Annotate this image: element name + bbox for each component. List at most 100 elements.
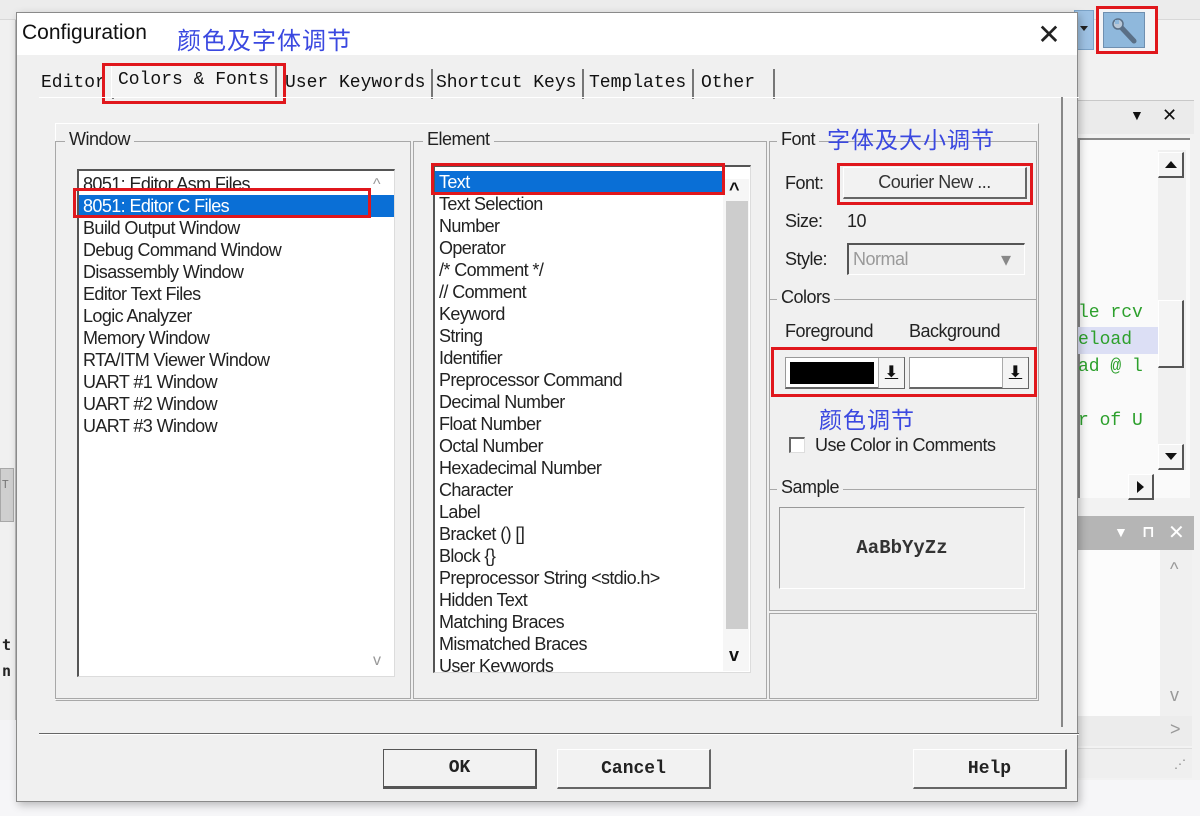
- tab-page-right-border: [1061, 97, 1063, 727]
- ide-horizontal-scrollbar[interactable]: >: [1078, 716, 1192, 746]
- scroll-up-button[interactable]: [1158, 152, 1184, 178]
- ide-left-text: t: [2, 636, 12, 654]
- window-list-item[interactable]: Logic Analyzer: [79, 305, 394, 327]
- window-list-item[interactable]: UART #2 Window: [79, 393, 394, 415]
- panel2-dropdown-icon[interactable]: ▼: [1114, 524, 1128, 540]
- element-list-item[interactable]: User Keywords: [435, 655, 722, 672]
- element-list-item[interactable]: Octal Number: [435, 435, 722, 457]
- element-list-item[interactable]: Preprocessor String <stdio.h>: [435, 567, 722, 589]
- scroll-thumb[interactable]: [1158, 300, 1184, 368]
- element-list-item[interactable]: Number: [435, 215, 722, 237]
- window-listbox[interactable]: 8051: Editor Asm Files 8051: Editor C Fil…: [77, 169, 395, 677]
- tab-other[interactable]: Other: [695, 69, 775, 99]
- resize-grip-icon[interactable]: ⋰: [1174, 757, 1186, 771]
- element-list-item[interactable]: Label: [435, 501, 722, 523]
- tab-label: Shortcut Keys: [436, 73, 577, 93]
- window-scroll-down-icon[interactable]: v: [373, 653, 381, 669]
- element-list-item[interactable]: Float Number: [435, 413, 722, 435]
- element-list-item[interactable]: Operator: [435, 237, 722, 259]
- window-list-item[interactable]: Disassembly Window: [79, 261, 394, 283]
- tab-user-keywords[interactable]: User Keywords: [279, 69, 434, 99]
- sample-preview: AaBbYyZz: [779, 507, 1025, 589]
- sample-text: AaBbYyZz: [856, 537, 948, 559]
- element-list-item[interactable]: // Comment: [435, 281, 722, 303]
- window-list-item[interactable]: Editor Text Files: [79, 283, 394, 305]
- chevron-right-icon[interactable]: >: [1170, 720, 1181, 738]
- panel2-pin-icon[interactable]: ⊓: [1142, 522, 1155, 542]
- foreground-dropdown-button[interactable]: ⬇: [878, 358, 904, 388]
- style-label: Style:: [785, 249, 828, 269]
- chevron-up-icon[interactable]: ^: [1170, 560, 1178, 578]
- window-list-item[interactable]: RTA/ITM Viewer Window: [79, 349, 394, 371]
- ide-left-text: n: [2, 662, 12, 680]
- tab-label: User Keywords: [285, 73, 426, 93]
- window-scroll-up-icon[interactable]: ^: [373, 177, 381, 193]
- element-list-item[interactable]: Preprocessor Command: [435, 369, 722, 391]
- element-list-item[interactable]: String: [435, 325, 722, 347]
- configuration-wrench-button[interactable]: [1103, 12, 1145, 48]
- ide-vertical-scrollbar-2[interactable]: ^ v: [1160, 550, 1192, 716]
- element-list-item[interactable]: Keyword: [435, 303, 722, 325]
- button-divider: [39, 733, 1079, 735]
- code-line: r of U: [1078, 411, 1143, 431]
- ide-left-tab[interactable]: [0, 468, 14, 522]
- close-button[interactable]: ✕: [1029, 17, 1069, 51]
- element-list-item[interactable]: Hidden Text: [435, 589, 722, 611]
- tab-shortcut-keys[interactable]: Shortcut Keys: [430, 69, 585, 99]
- tab-label: Other: [701, 73, 756, 93]
- dialog-title: Configuration: [22, 21, 147, 44]
- element-list-item[interactable]: /* Comment */: [435, 259, 722, 281]
- scroll-right-button[interactable]: [1128, 474, 1154, 500]
- dropdown-arrow-icon: [1080, 26, 1088, 31]
- ide-code-view: le rcv eload ad @ l r of U: [1078, 300, 1158, 440]
- tab-label: Templates: [589, 73, 687, 93]
- background-color-picker[interactable]: ⬇: [909, 357, 1029, 389]
- element-scroll-thumb[interactable]: [726, 201, 748, 629]
- background-dropdown-button[interactable]: ⬇: [1002, 358, 1028, 388]
- element-list-item[interactable]: Mismatched Braces: [435, 633, 722, 655]
- font-label: Font:: [785, 173, 824, 193]
- window-list-item[interactable]: Debug Command Window: [79, 239, 394, 261]
- ide-left-tab-label: T: [2, 478, 9, 491]
- font-button-label: Courier New ...: [878, 172, 991, 192]
- window-list-item[interactable]: Build Output Window: [79, 217, 394, 239]
- element-listbox[interactable]: Text Text Selection Number Operator/* Comme…: [433, 165, 751, 673]
- element-list-item[interactable]: Character: [435, 479, 722, 501]
- element-list-item[interactable]: Text Selection: [435, 193, 722, 215]
- panel2-close-icon[interactable]: ✕: [1168, 520, 1185, 545]
- scroll-down-button[interactable]: [1158, 444, 1184, 470]
- cancel-button[interactable]: Cancel: [557, 749, 711, 789]
- panel-dropdown-icon[interactable]: ▼: [1130, 107, 1144, 123]
- foreground-color-swatch: [790, 362, 874, 384]
- title-annotation: 颜色及字体调节: [177, 27, 352, 55]
- element-scrollbar[interactable]: ^ v: [723, 179, 749, 671]
- background-label: Background: [909, 321, 1001, 341]
- element-scroll-up-icon[interactable]: ^: [729, 179, 740, 200]
- element-scroll-down-icon[interactable]: v: [729, 645, 739, 666]
- font-select-button[interactable]: Courier New ...: [843, 167, 1027, 199]
- tab-templates[interactable]: Templates: [583, 69, 695, 99]
- download-arrow-icon: ⬇: [884, 364, 899, 381]
- use-color-in-comments-label: Use Color in Comments: [815, 435, 996, 455]
- foreground-color-picker[interactable]: ⬇: [785, 357, 905, 389]
- element-list-item[interactable]: Hexadecimal Number: [435, 457, 722, 479]
- window-list-item[interactable]: UART #1 Window: [79, 371, 394, 393]
- element-list-item[interactable]: Identifier: [435, 347, 722, 369]
- panel-close-icon[interactable]: ✕: [1162, 105, 1177, 126]
- element-list-item[interactable]: Block {}: [435, 545, 722, 567]
- colors-annotation: 颜色调节: [819, 408, 915, 434]
- arrow-down-icon: [1164, 453, 1177, 460]
- ok-button[interactable]: OK: [383, 749, 537, 789]
- element-list-item[interactable]: Bracket () []: [435, 523, 722, 545]
- element-list-item[interactable]: Matching Braces: [435, 611, 722, 633]
- element-list-item[interactable]: Decimal Number: [435, 391, 722, 413]
- help-button[interactable]: Help: [913, 749, 1067, 789]
- style-dropdown[interactable]: Normal ▾: [847, 243, 1025, 275]
- chevron-down-icon[interactable]: v: [1170, 686, 1179, 704]
- window-list-item[interactable]: UART #3 Window: [79, 415, 394, 437]
- style-value: Normal: [853, 249, 909, 269]
- window-list-item[interactable]: Memory Window: [79, 327, 394, 349]
- window-selection-highlight-box: [73, 188, 371, 218]
- use-color-in-comments-checkbox[interactable]: [789, 437, 805, 453]
- dialog-titlebar[interactable]: Configuration 颜色及字体调节 ✕: [17, 13, 1077, 55]
